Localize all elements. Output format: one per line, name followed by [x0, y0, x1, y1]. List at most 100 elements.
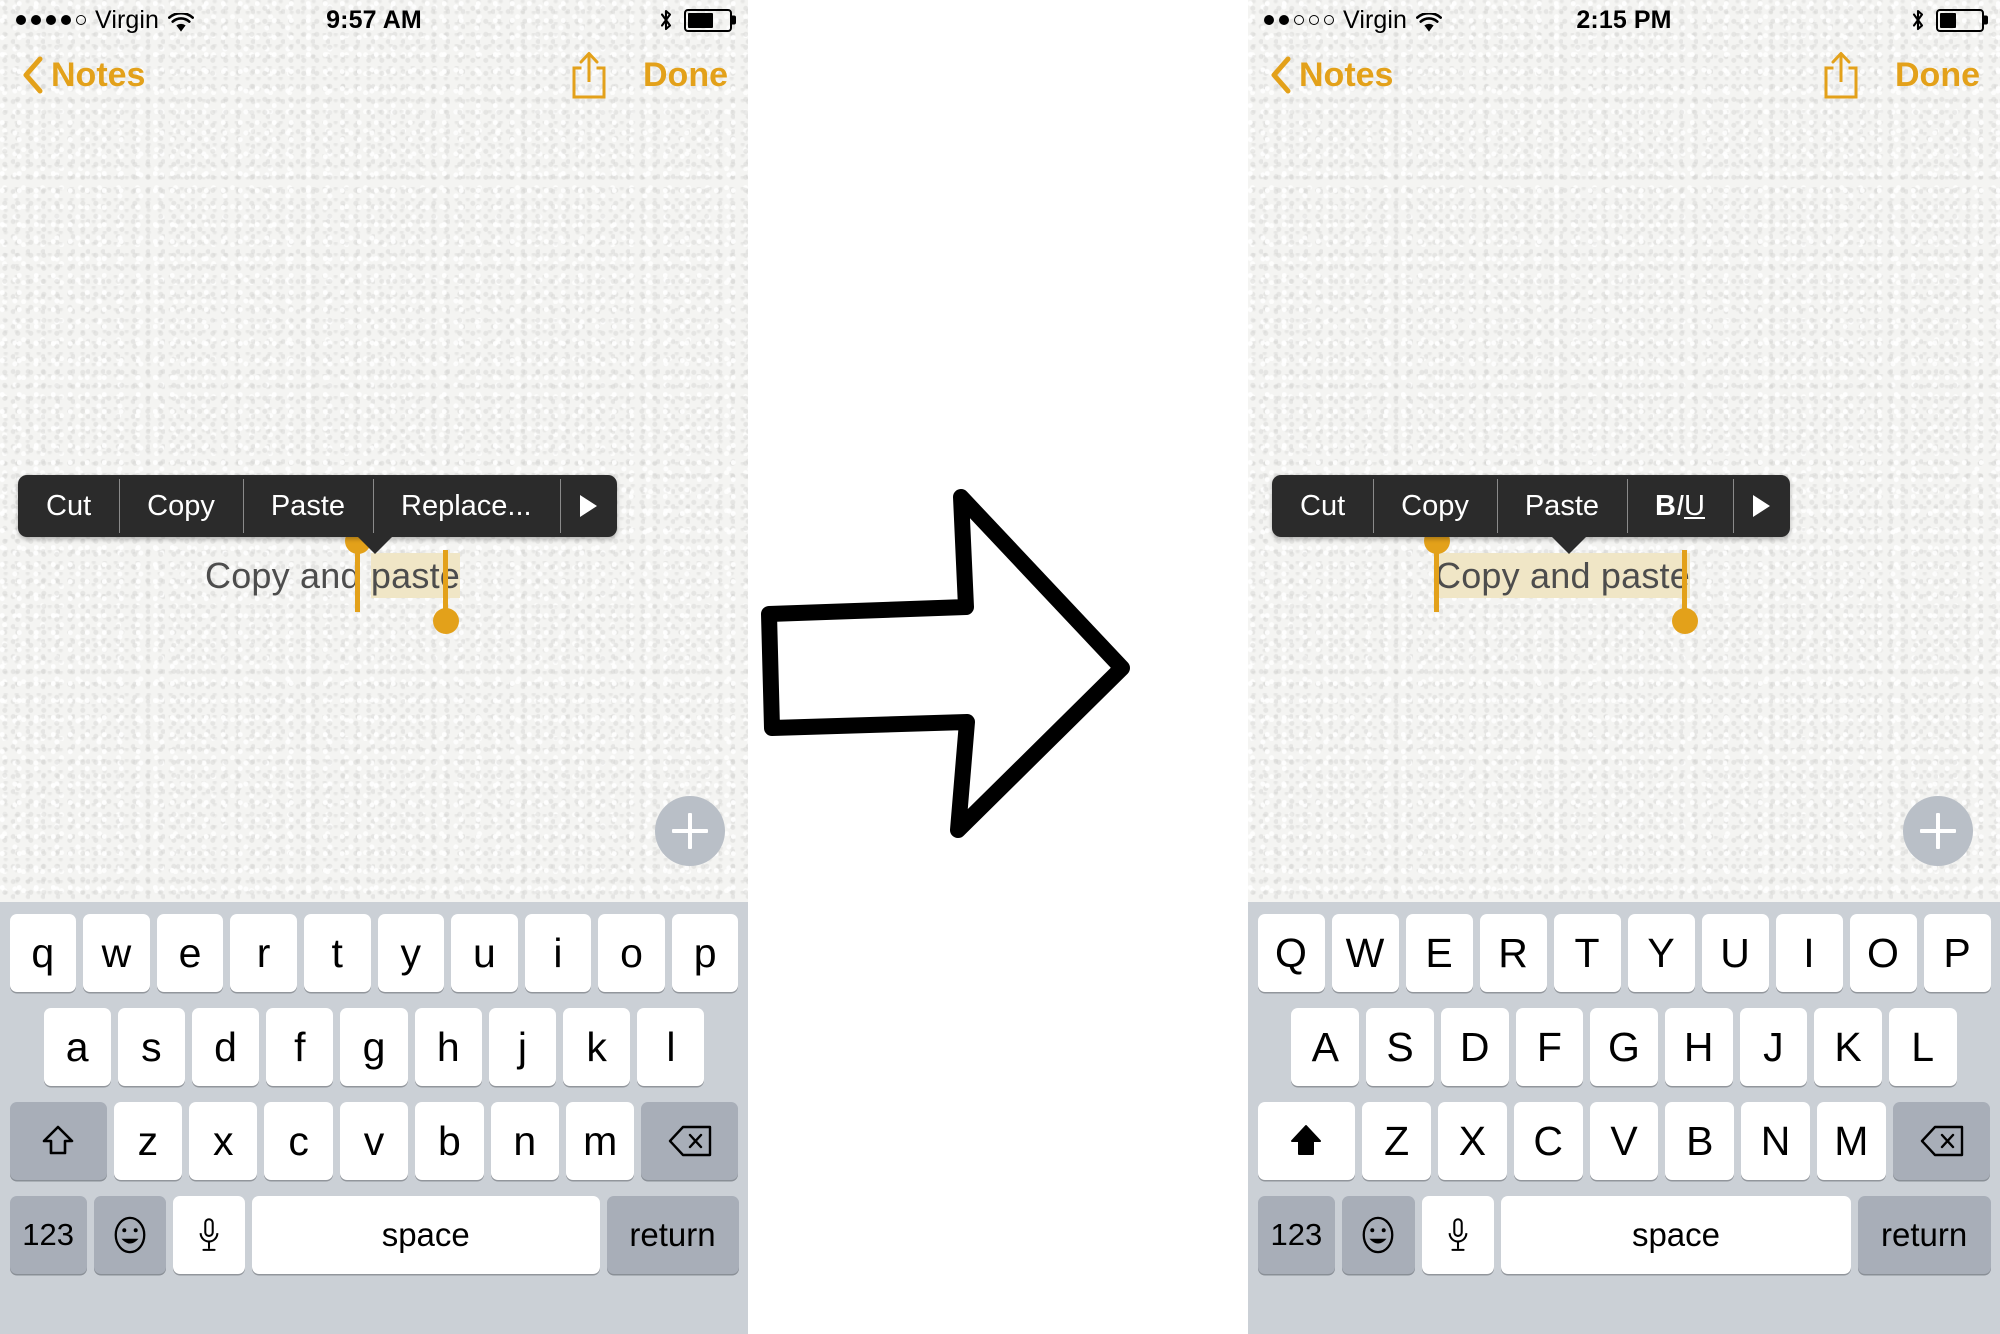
key-d[interactable]: d [191, 1008, 260, 1086]
key-i[interactable]: i [524, 914, 592, 992]
key-s[interactable]: s [117, 1008, 185, 1086]
key-X[interactable]: X [1438, 1102, 1507, 1180]
battery-icon-after [1936, 8, 1984, 32]
key-n[interactable]: n [490, 1102, 559, 1180]
key-T[interactable]: T [1553, 914, 1621, 992]
delete-key-after[interactable] [1892, 1102, 1991, 1180]
key-D[interactable]: D [1440, 1008, 1509, 1086]
numeric-key-after[interactable]: 123 [1257, 1196, 1336, 1274]
key-l[interactable]: l [637, 1008, 705, 1086]
callout-copy-before[interactable]: Copy [119, 475, 243, 537]
signal-dots-before [16, 15, 86, 25]
callout-cut-after[interactable]: Cut [1272, 475, 1373, 537]
key-c[interactable]: c [264, 1102, 333, 1180]
dictation-key-after[interactable] [1421, 1196, 1495, 1274]
key-g[interactable]: g [340, 1008, 408, 1086]
key-x[interactable]: x [189, 1102, 258, 1180]
add-attachment-button-after[interactable] [1903, 796, 1973, 866]
key-e[interactable]: e [156, 914, 224, 992]
callout-cut-before[interactable]: Cut [18, 475, 119, 537]
key-Q[interactable]: Q [1257, 914, 1325, 992]
numeric-key-before[interactable]: 123 [9, 1196, 87, 1274]
key-V[interactable]: V [1589, 1102, 1659, 1180]
key-P[interactable]: P [1923, 914, 1991, 992]
key-f[interactable]: f [266, 1008, 334, 1086]
carrier-name-after: Virgin [1343, 5, 1408, 34]
key-w[interactable]: w [83, 914, 150, 992]
key-h[interactable]: h [414, 1008, 482, 1086]
key-H[interactable]: H [1664, 1008, 1733, 1086]
key-W[interactable]: W [1331, 914, 1399, 992]
return-key-after[interactable]: return [1857, 1196, 1991, 1274]
key-t[interactable]: t [303, 914, 371, 992]
callout-paste-after[interactable]: Paste [1496, 475, 1627, 537]
key-u[interactable]: u [451, 914, 518, 992]
back-button-after[interactable]: Notes [1268, 55, 1393, 95]
shift-key-after[interactable] [1257, 1102, 1356, 1180]
key-E[interactable]: E [1405, 914, 1473, 992]
callout-copy-after[interactable]: Copy [1373, 475, 1497, 537]
key-I[interactable]: I [1775, 914, 1843, 992]
key-v[interactable]: v [339, 1102, 409, 1180]
key-O[interactable]: O [1849, 914, 1917, 992]
key-L[interactable]: L [1888, 1008, 1957, 1086]
selection-handle-end-after[interactable] [1671, 550, 1698, 634]
bluetooth-icon [1910, 8, 1926, 32]
shift-key-before[interactable] [9, 1102, 107, 1180]
key-k[interactable]: k [563, 1008, 631, 1086]
key-r[interactable]: r [230, 914, 297, 992]
key-U[interactable]: U [1701, 914, 1769, 992]
key-J[interactable]: J [1739, 1008, 1808, 1086]
share-icon[interactable] [569, 50, 609, 100]
key-b[interactable]: b [415, 1102, 484, 1180]
note-text-before[interactable]: Copy and paste [205, 553, 460, 598]
key-N[interactable]: N [1741, 1102, 1810, 1180]
key-y[interactable]: y [377, 914, 445, 992]
space-key-after[interactable]: space [1501, 1196, 1851, 1274]
callout-more-after[interactable] [1732, 475, 1790, 537]
key-q[interactable]: q [9, 914, 77, 992]
key-M[interactable]: M [1816, 1102, 1886, 1180]
key-o[interactable]: o [598, 914, 665, 992]
key-G[interactable]: G [1590, 1008, 1658, 1086]
return-key-before[interactable]: return [606, 1196, 739, 1274]
callout-format-biu-after[interactable]: BIU [1627, 475, 1733, 537]
emoji-smiley-icon [1363, 1216, 1394, 1254]
callout-more-before[interactable] [559, 475, 617, 537]
delete-key-before[interactable] [641, 1102, 739, 1180]
key-A[interactable]: A [1291, 1008, 1360, 1086]
done-button-before[interactable]: Done [643, 56, 728, 95]
selection-handle-start-after[interactable] [1423, 528, 1450, 612]
callout-replace-before[interactable]: Replace... [373, 475, 560, 537]
space-key-before[interactable]: space [251, 1196, 600, 1274]
key-R[interactable]: R [1479, 914, 1547, 992]
key-B[interactable]: B [1665, 1102, 1735, 1180]
chevron-left-icon [20, 55, 46, 95]
callout-paste-before[interactable]: Paste [242, 475, 373, 537]
key-p[interactable]: p [671, 914, 739, 992]
selection-handle-start-before[interactable] [344, 528, 371, 612]
format-underline-label: U [1684, 489, 1705, 522]
key-F[interactable]: F [1515, 1008, 1584, 1086]
key-j[interactable]: j [488, 1008, 557, 1086]
key-S[interactable]: S [1366, 1008, 1434, 1086]
key-Y[interactable]: Y [1627, 914, 1695, 992]
add-attachment-button-before[interactable] [655, 796, 725, 866]
note-text-unselected-before: Copy and [205, 555, 371, 596]
emoji-key-after[interactable] [1342, 1196, 1415, 1274]
key-K[interactable]: K [1814, 1008, 1882, 1086]
selection-handle-end-before[interactable] [432, 550, 459, 634]
emoji-key-before[interactable] [93, 1196, 166, 1274]
back-button-before[interactable]: Notes [20, 55, 145, 95]
key-a[interactable]: a [43, 1008, 111, 1086]
note-text-after[interactable]: Copy and paste [1435, 553, 1690, 598]
key-z[interactable]: z [113, 1102, 183, 1180]
emoji-smiley-icon [114, 1216, 146, 1254]
key-Z[interactable]: Z [1362, 1102, 1431, 1180]
key-m[interactable]: m [565, 1102, 635, 1180]
share-icon[interactable] [1821, 50, 1861, 100]
key-C[interactable]: C [1513, 1102, 1583, 1180]
callout-tail-before [356, 535, 394, 554]
done-button-after[interactable]: Done [1895, 56, 1980, 95]
dictation-key-before[interactable] [172, 1196, 245, 1274]
